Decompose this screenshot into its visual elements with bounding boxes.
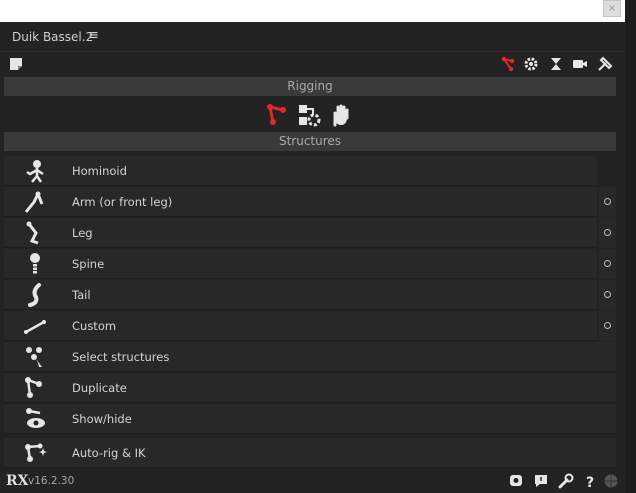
duik-panel: Duik Bassel.2 ≡ Rigging Structures Homin… <box>0 22 625 493</box>
structure-label: Tail <box>72 288 91 302</box>
options-circle-icon <box>604 260 611 267</box>
toolbar <box>0 52 625 76</box>
action-label: Duplicate <box>72 381 127 395</box>
structure-item-leg[interactable]: Leg <box>4 218 597 248</box>
web-globe-icon[interactable] <box>603 473 619 489</box>
close-button[interactable]: × <box>603 0 621 17</box>
structure-item-arm[interactable]: Arm (or front leg) <box>4 187 597 217</box>
bug-report-icon[interactable] <box>508 473 524 489</box>
version-label: v16.2.30 <box>28 475 75 487</box>
rigging-subtabs <box>0 100 625 130</box>
spine-icon <box>30 253 40 274</box>
show-hide-icon <box>26 408 45 428</box>
help-icon[interactable]: ? <box>582 473 598 489</box>
panel-title: Duik Bassel.2 <box>12 30 94 44</box>
feedback-icon[interactable] <box>533 473 549 489</box>
panel-footer: RX v16.2.30 ? <box>0 470 625 493</box>
note-icon[interactable] <box>8 56 24 72</box>
structure-label: Spine <box>72 257 105 271</box>
options-circle-icon <box>604 198 611 205</box>
scrollbar[interactable] <box>625 0 636 493</box>
camera-icon[interactable] <box>572 56 588 72</box>
action-label: Select structures <box>72 350 170 364</box>
structures-section-header: Structures <box>4 132 616 151</box>
spine-options-button[interactable] <box>599 249 616 279</box>
rx-logo[interactable]: RX <box>6 473 29 489</box>
autorig-icon <box>25 443 47 462</box>
tail-options-button[interactable] <box>599 280 616 310</box>
arm-icon <box>24 191 44 213</box>
automation-gear-icon[interactable] <box>523 56 539 72</box>
rigging-section-header: Rigging <box>4 77 616 96</box>
leg-options-button[interactable] <box>599 218 616 248</box>
structure-item-spine[interactable]: Spine <box>4 249 597 279</box>
settings-wrench-icon[interactable] <box>558 473 574 489</box>
tools-icon[interactable] <box>597 56 613 72</box>
autorig-ik-button[interactable]: Auto-rig & IK <box>4 438 616 468</box>
animation-hourglass-icon[interactable] <box>548 56 564 72</box>
structure-item-custom[interactable]: Custom <box>4 311 597 341</box>
panel-menu-icon[interactable]: ≡ <box>88 28 99 43</box>
duplicate-icon <box>25 377 42 398</box>
duplicate-button[interactable]: Duplicate <box>4 373 616 403</box>
structure-item-tail[interactable]: Tail <box>4 280 597 310</box>
action-label: Auto-rig & IK <box>72 446 146 460</box>
rigging-tab-icon[interactable] <box>500 56 516 72</box>
select-structures-button[interactable]: Select structures <box>4 342 616 372</box>
show-hide-button[interactable]: Show/hide <box>4 404 616 434</box>
custom-bone-icon <box>24 320 46 334</box>
structure-label: Arm (or front leg) <box>72 195 173 209</box>
hominoid-icon <box>26 160 44 183</box>
tail-icon <box>28 283 41 307</box>
svg-text:?: ? <box>586 475 594 489</box>
controllers-hand-icon[interactable] <box>329 103 353 127</box>
structure-label: Hominoid <box>72 164 127 178</box>
structure-item-hominoid[interactable]: Hominoid <box>4 156 597 186</box>
action-label: Show/hide <box>72 412 132 426</box>
structure-label: Leg <box>72 226 93 240</box>
structure-label: Custom <box>72 319 117 333</box>
options-circle-icon <box>604 229 611 236</box>
link-constraint-icon[interactable] <box>297 103 321 127</box>
custom-options-button[interactable] <box>599 311 616 341</box>
options-circle-icon <box>604 322 611 329</box>
panel-header: Duik Bassel.2 ≡ <box>0 22 625 52</box>
options-circle-icon <box>604 291 611 298</box>
bones-structure-icon[interactable] <box>265 103 289 127</box>
leg-icon <box>26 221 39 245</box>
select-structures-icon <box>26 347 42 367</box>
arm-options-button[interactable] <box>599 187 616 217</box>
